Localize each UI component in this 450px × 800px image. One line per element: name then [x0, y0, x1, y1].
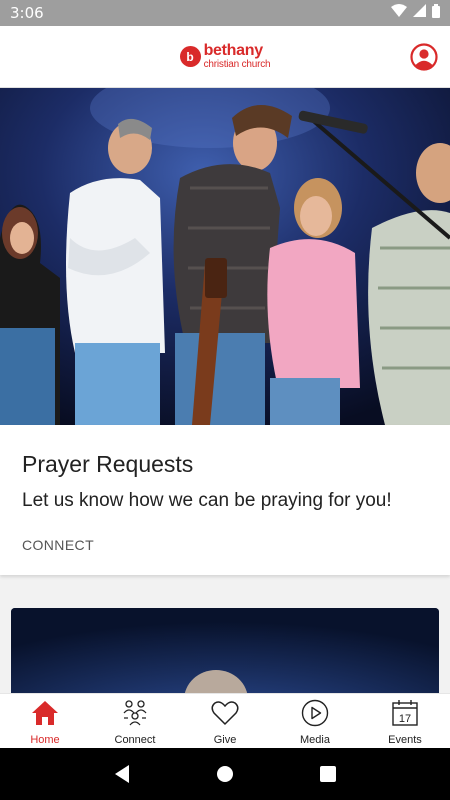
- card-category[interactable]: CONNECT: [22, 537, 94, 553]
- card-subtitle: Let us know how we can be praying for yo…: [22, 490, 392, 511]
- recents-icon[interactable]: [316, 762, 340, 786]
- profile-button[interactable]: [410, 43, 438, 71]
- logo-line2: christian church: [203, 59, 271, 70]
- heart-icon: [211, 699, 239, 727]
- prayer-requests-image[interactable]: [0, 88, 450, 425]
- church-logo[interactable]: b bethany christian church: [179, 43, 271, 70]
- feed-card[interactable]: Prayer Requests Let us know how we can b…: [0, 425, 450, 575]
- nav-connect[interactable]: Connect: [90, 694, 180, 748]
- system-nav-bar: [0, 748, 450, 800]
- logo-text: bethany christian church: [204, 43, 271, 70]
- worship-photo: [0, 88, 450, 425]
- nav-home[interactable]: Home: [0, 694, 90, 748]
- nav-label-give: Give: [213, 734, 237, 746]
- nav-events[interactable]: 17 Events: [360, 694, 450, 748]
- logo-line1: bethany: [203, 42, 264, 59]
- card-title: Prayer Requests: [22, 451, 194, 477]
- status-time: 3:06: [10, 4, 44, 22]
- battery-icon: [432, 3, 440, 23]
- nav-label-connect: Connect: [114, 734, 156, 746]
- nav-media[interactable]: Media: [270, 694, 360, 748]
- nav-label-media: Media: [300, 734, 330, 746]
- cellular-icon: [413, 4, 426, 22]
- nav-label-events: Events: [388, 734, 422, 746]
- home-icon: [31, 699, 59, 727]
- app-screen: 3:06 b bethany christian church Prayer R…: [0, 0, 450, 800]
- bottom-nav: Home Connect Give Media 17 Events: [0, 693, 450, 748]
- home-circle-icon[interactable]: [213, 762, 237, 786]
- play-icon: [301, 699, 329, 727]
- back-icon[interactable]: [110, 762, 134, 786]
- status-bar: 3:06: [0, 0, 450, 26]
- profile-icon: [410, 43, 438, 71]
- calendar-icon: 17: [391, 699, 419, 727]
- wifi-icon: [391, 4, 407, 22]
- calendar-day: 17: [399, 713, 411, 725]
- people-icon: [121, 699, 149, 727]
- nav-label-home: Home: [30, 734, 60, 746]
- app-header: b bethany christian church: [0, 26, 450, 88]
- logo-badge: b: [179, 46, 201, 67]
- status-icons: [391, 3, 440, 23]
- nav-give[interactable]: Give: [180, 694, 270, 748]
